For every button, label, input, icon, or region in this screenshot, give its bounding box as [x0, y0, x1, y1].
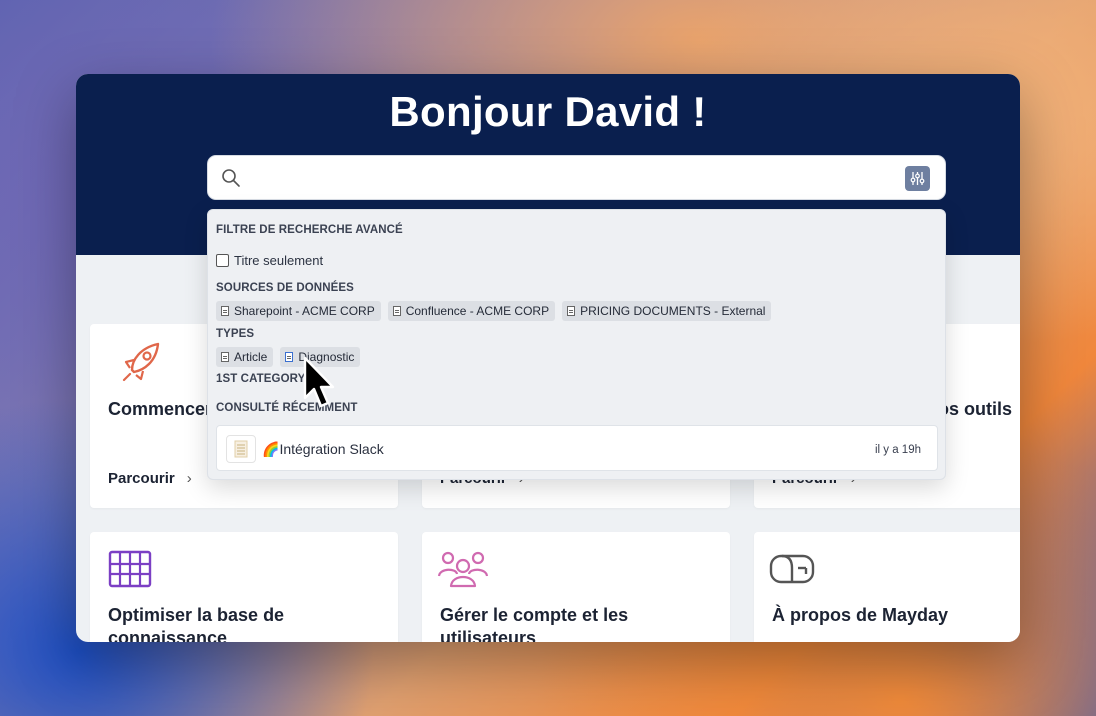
category-heading: 1ST CATEGORY — [216, 373, 306, 385]
card-title: os outils — [938, 399, 1013, 419]
filter-heading: FILTRE DE RECHERCHE AVANCÉ — [216, 224, 403, 236]
search-bar[interactable] — [207, 155, 946, 200]
recent-item-title: 🌈Intégration Slack — [262, 441, 384, 458]
sources-heading: SOURCES DE DONNÉES — [216, 282, 354, 294]
document-icon — [567, 306, 576, 316]
checkbox-label: Titre seulement — [234, 253, 324, 268]
filter-button[interactable] — [905, 166, 930, 191]
types-heading: TYPES — [216, 328, 255, 340]
rainbow-icon: 🌈 — [262, 441, 280, 457]
recent-title-text: Intégration Slack — [279, 441, 384, 457]
diagnostic-icon — [285, 352, 294, 362]
chip-label: Sharepoint - ACME CORP — [234, 304, 375, 318]
recent-item-time: il y a 19h — [874, 444, 921, 456]
document-icon — [392, 306, 401, 316]
card-apropos[interactable]: À propos de Mayday — [754, 532, 1020, 642]
card-optimiser[interactable]: Optimiser la base de connaissance — [90, 532, 398, 642]
checkbox[interactable] — [216, 254, 229, 267]
chip-label: Article — [234, 350, 268, 364]
mouse-cursor-icon — [303, 356, 335, 408]
chip-label: Confluence - ACME CORP — [405, 304, 550, 318]
document-thumbnail-icon — [226, 435, 256, 463]
mailbox-icon — [769, 554, 815, 584]
title-only-checkbox[interactable]: Titre seulement — [216, 253, 323, 268]
source-chip[interactable]: Confluence - ACME CORP — [387, 301, 556, 321]
card-browse-link[interactable]: Parcourir › — [108, 470, 192, 487]
recent-item[interactable]: 🌈Intégration Slack il y a 19h — [216, 425, 938, 471]
advanced-search-dropdown: FILTRE DE RECHERCHE AVANCÉ Titre seuleme… — [207, 209, 946, 480]
card-title: Optimiser la base de connaissance — [108, 605, 285, 642]
sliders-icon — [910, 172, 925, 185]
app-window: Bonjour David ! Commencer Parcourir › os… — [76, 74, 1020, 642]
chevron-right-icon: › — [186, 470, 192, 487]
search-icon — [222, 169, 240, 187]
source-chip[interactable]: Sharepoint - ACME CORP — [216, 301, 381, 321]
sources-chips: Sharepoint - ACME CORP Confluence - ACME… — [216, 301, 772, 321]
article-icon — [221, 352, 229, 362]
card-compte[interactable]: Gérer le compte et les utilisateurs — [422, 532, 730, 642]
users-icon — [437, 551, 489, 588]
greeting-title: Bonjour David ! — [389, 88, 707, 135]
types-chips: Article Diagnostic — [216, 347, 361, 367]
card-title: Gérer le compte et les utilisateurs — [440, 605, 629, 642]
document-icon — [221, 306, 229, 316]
card-title: Commencer — [108, 399, 213, 419]
rocket-icon — [122, 342, 160, 382]
browse-label: Parcourir — [108, 470, 175, 487]
source-chip[interactable]: PRICING DOCUMENTS - External — [562, 301, 772, 321]
card-title: À propos de Mayday — [772, 605, 949, 625]
type-chip-article[interactable]: Article — [216, 347, 274, 367]
abacus-icon — [108, 550, 152, 588]
chip-label: PRICING DOCUMENTS - External — [580, 304, 766, 318]
